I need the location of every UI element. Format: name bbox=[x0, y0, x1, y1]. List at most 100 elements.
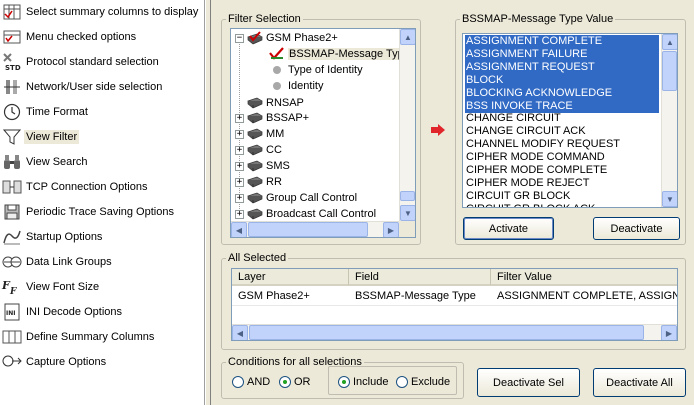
expand-icon[interactable]: + bbox=[235, 145, 244, 155]
tree-node[interactable]: RNSAP bbox=[235, 95, 304, 111]
tree-node-label: Group Call Control bbox=[266, 192, 358, 204]
expand-icon[interactable]: + bbox=[235, 209, 244, 219]
nav-item[interactable]: Network/User side selection bbox=[0, 75, 204, 99]
table-cell-layer[interactable]: GSM Phase2+ bbox=[232, 288, 349, 304]
tree-node[interactable]: + SMS bbox=[235, 158, 290, 174]
scroll-down-icon[interactable]: ▼ bbox=[662, 191, 677, 207]
list-item[interactable]: CIPHER MODE COMPLETE bbox=[465, 164, 659, 177]
list-item[interactable]: CIPHER MODE REJECT bbox=[465, 177, 659, 190]
nav-item[interactable]: View Filter bbox=[0, 125, 204, 149]
table-cell-filter-value[interactable]: ASSIGNMENT COMPLETE, ASSIGN bbox=[491, 288, 677, 304]
expand-icon[interactable]: + bbox=[235, 113, 244, 123]
deactivate-button[interactable]: Deactivate bbox=[593, 217, 680, 240]
expand-icon[interactable]: + bbox=[235, 161, 244, 171]
list-item[interactable]: ASSIGNMENT FAILURE bbox=[465, 47, 659, 61]
scroll-right-icon[interactable]: ▶ bbox=[383, 222, 399, 237]
tree-scroll-thumb[interactable] bbox=[400, 191, 415, 201]
expand-icon[interactable]: + bbox=[235, 177, 244, 187]
tree-node[interactable]: BSSMAP-Message Typ bbox=[269, 46, 405, 62]
column-header-field[interactable]: Field bbox=[349, 269, 491, 286]
scroll-right-icon[interactable]: ▶ bbox=[661, 325, 677, 340]
column-header-layer[interactable]: Layer bbox=[232, 269, 349, 286]
protocol-tree[interactable]: + Broadcast Call Control + Group Call Contr… bbox=[230, 28, 416, 238]
nav-item-label: Select summary columns to display bbox=[26, 6, 199, 18]
tree-node-label: SMS bbox=[266, 160, 290, 172]
tree-vertical-scrollbar[interactable]: ▲ ▼ bbox=[399, 29, 415, 221]
tree-node[interactable]: Identity bbox=[269, 78, 323, 94]
nav-item[interactable]: STD Protocol standard selection bbox=[0, 50, 204, 74]
binoculars-icon bbox=[0, 151, 24, 173]
scroll-up-icon[interactable]: ▲ bbox=[400, 29, 415, 45]
tree-node[interactable]: + MM bbox=[235, 126, 284, 142]
nav-item-label: Capture Options bbox=[26, 356, 107, 368]
activate-button[interactable]: Activate bbox=[463, 217, 554, 240]
table-horizontal-scrollbar[interactable]: ◀ ▶ bbox=[232, 324, 677, 340]
expand-icon[interactable]: + bbox=[235, 129, 244, 139]
tree-hscroll-thumb[interactable] bbox=[248, 222, 368, 237]
column-header-filter-value[interactable]: Filter Value bbox=[491, 269, 677, 286]
table-hscroll-thumb[interactable] bbox=[249, 325, 644, 340]
list-item[interactable]: CHANGE CIRCUIT bbox=[465, 112, 659, 125]
nav-item[interactable]: View Search bbox=[0, 150, 204, 174]
checked-book-icon bbox=[247, 31, 263, 45]
include-radio[interactable]: Include bbox=[338, 376, 388, 388]
nav-item[interactable]: Capture Options bbox=[0, 350, 204, 374]
tree-node[interactable]: + Broadcast Call Control bbox=[235, 206, 376, 222]
nav-item[interactable]: INI INI Decode Options bbox=[0, 300, 204, 324]
tcp-icon bbox=[0, 176, 24, 198]
exclude-radio-circle[interactable] bbox=[396, 376, 408, 388]
selected-filters-table[interactable]: Layer Field Filter Value GSM Phase2+ BSS… bbox=[231, 268, 678, 341]
deactivate-sel-button[interactable]: Deactivate Sel bbox=[477, 368, 580, 397]
book-icon bbox=[247, 160, 263, 173]
deactivate-all-button[interactable]: Deactivate All bbox=[593, 368, 686, 397]
nav-item[interactable]: Define Summary Columns bbox=[0, 325, 204, 349]
scroll-up-icon[interactable]: ▲ bbox=[662, 34, 677, 50]
tree-node[interactable]: + Group Call Control bbox=[235, 190, 357, 206]
table-cell-field[interactable]: BSSMAP-Message Type bbox=[349, 288, 491, 304]
list-vertical-scrollbar[interactable]: ▲ ▼ bbox=[661, 34, 677, 207]
scroll-left-icon[interactable]: ◀ bbox=[232, 325, 248, 340]
nav-item[interactable]: Startup Options bbox=[0, 225, 204, 249]
nav-item[interactable]: Menu checked options bbox=[0, 25, 204, 49]
or-radio-circle[interactable] bbox=[279, 376, 291, 388]
list-scroll-thumb[interactable] bbox=[662, 51, 677, 91]
and-radio[interactable]: AND bbox=[232, 376, 270, 388]
list-item[interactable]: CIPHER MODE COMMAND bbox=[465, 151, 659, 164]
list-item[interactable]: CHANGE CIRCUIT ACK bbox=[465, 125, 659, 138]
nav-item[interactable]: Select summary columns to display bbox=[0, 0, 204, 24]
list-item[interactable]: CIRCUIT GR BLOCK bbox=[465, 190, 659, 203]
font-size-icon: FF bbox=[0, 276, 24, 298]
nav-item[interactable]: Data Link Groups bbox=[0, 250, 204, 274]
tree-horizontal-scrollbar[interactable]: ◀ ▶ bbox=[231, 221, 399, 237]
scroll-left-icon[interactable]: ◀ bbox=[231, 222, 247, 237]
collapse-icon[interactable]: − bbox=[235, 33, 244, 43]
tree-node-label: GSM Phase2+ bbox=[266, 32, 338, 44]
capture-icon bbox=[0, 351, 24, 373]
nav-item-label: INI Decode Options bbox=[26, 306, 122, 318]
list-item[interactable]: BLOCKING ACKNOWLEDGE bbox=[465, 86, 659, 100]
tree-node[interactable]: + CC bbox=[235, 142, 282, 158]
tree-node[interactable]: + RR bbox=[235, 174, 282, 190]
list-item[interactable]: BSS INVOKE TRACE bbox=[465, 99, 659, 113]
and-radio-circle[interactable] bbox=[232, 376, 244, 388]
list-item[interactable]: CIRCUIT GR BLOCK ACK bbox=[465, 203, 659, 207]
tree-node-label: RNSAP bbox=[266, 97, 304, 109]
tree-node[interactable]: + BSSAP+ bbox=[235, 110, 309, 126]
tree-node[interactable]: − GSM Phase2+ bbox=[235, 30, 338, 46]
nav-item-label: View Filter bbox=[24, 130, 80, 144]
scroll-down-icon[interactable]: ▼ bbox=[400, 205, 415, 221]
list-item[interactable]: CHANNEL MODIFY REQUEST bbox=[465, 138, 659, 151]
nav-item[interactable]: TCP Connection Options bbox=[0, 175, 204, 199]
expand-icon[interactable]: + bbox=[235, 193, 244, 203]
exclude-radio[interactable]: Exclude bbox=[396, 376, 450, 388]
include-radio-circle[interactable] bbox=[338, 376, 350, 388]
list-item[interactable]: ASSIGNMENT COMPLETE bbox=[465, 35, 659, 48]
nav-item[interactable]: F F View Font Size bbox=[0, 275, 204, 299]
nav-item[interactable]: Time Format bbox=[0, 100, 204, 124]
list-item[interactable]: BLOCK bbox=[465, 73, 659, 87]
or-radio[interactable]: OR bbox=[279, 376, 311, 388]
nav-item[interactable]: Periodic Trace Saving Options bbox=[0, 200, 204, 224]
list-item[interactable]: ASSIGNMENT REQUEST bbox=[465, 60, 659, 74]
tree-node[interactable]: Type of Identity bbox=[269, 62, 363, 78]
message-type-value-list[interactable]: CIRCUIT GR BLOCK ACKCIRCUIT GR BLOCKCIPH… bbox=[462, 33, 678, 208]
